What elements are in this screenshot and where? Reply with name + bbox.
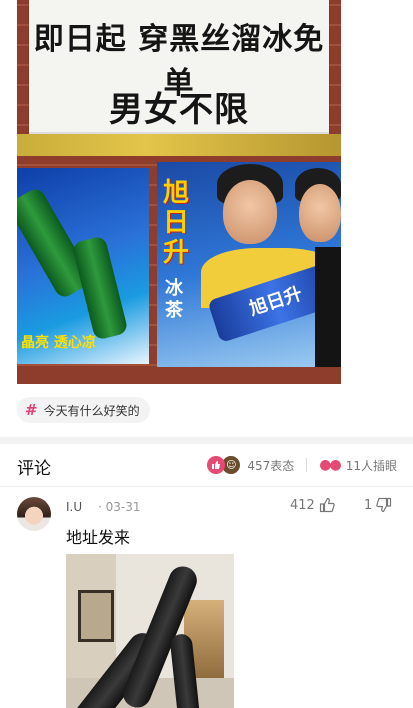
sign-line-2: 男女不限 (109, 90, 249, 130)
hash-icon: # (25, 401, 38, 419)
poster-sub-text: 冰茶 (165, 278, 183, 321)
thumbs-up-icon (319, 497, 335, 513)
topic-tag-label: 今天有什么好笑的 (43, 403, 140, 418)
topic-tag[interactable]: # 今天有什么好笑的 (17, 397, 150, 423)
poster-sprite: 晶亮 透心凉 (17, 168, 149, 364)
dislike-button[interactable]: 1 (364, 497, 392, 513)
dark-figure (315, 247, 341, 367)
reactions-count[interactable]: 457表态 (247, 457, 294, 474)
thumbs-down-icon (376, 497, 392, 513)
separator (306, 458, 308, 472)
comment-username[interactable]: I.U (66, 500, 82, 514)
section-divider (0, 437, 413, 444)
comments-title: 评论 (17, 459, 51, 479)
reactions-bar: ☺ 457表态 ●● 11人插眼 (207, 455, 397, 475)
comment-text: 地址发来 (66, 528, 131, 547)
eyes-icon[interactable]: ●● (319, 457, 341, 473)
comment-image[interactable] (66, 554, 234, 708)
like-count: 412 (290, 497, 315, 513)
person-face (299, 184, 341, 242)
divider-line (0, 486, 413, 487)
poster-brand-text: 旭日升 (163, 178, 190, 268)
post-detail-page: 即日起 穿黑丝溜冰免单 男女不限 晶亮 透心凉 旭日升 冰茶 旭日升 # 今天有… (0, 0, 413, 708)
yellow-tape (17, 134, 341, 156)
comment-date: · 03-31 (98, 500, 141, 514)
watchers-count[interactable]: 11人插眼 (346, 457, 397, 474)
poster-xurisheng: 旭日升 冰茶 旭日升 (157, 162, 341, 367)
wall-frame (78, 590, 114, 642)
like-button[interactable]: 412 (290, 497, 335, 513)
paper-sign: 即日起 穿黑丝溜冰免单 男女不限 (29, 0, 329, 134)
post-image[interactable]: 即日起 穿黑丝溜冰免单 男女不限 晶亮 透心凉 旭日升 冰茶 旭日升 (17, 0, 341, 384)
poster-left-slogan: 晶亮 透心凉 (21, 335, 96, 351)
person-face (223, 180, 277, 244)
avatar[interactable] (17, 497, 51, 531)
dislike-count: 1 (364, 497, 373, 513)
